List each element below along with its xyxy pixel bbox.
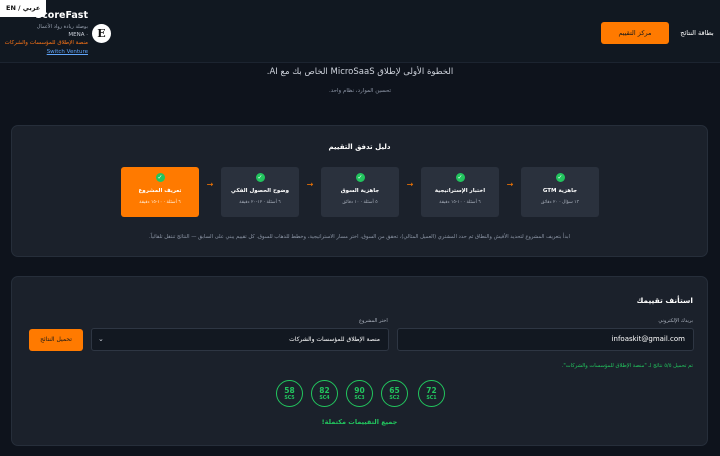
score-label: SC2 xyxy=(389,396,400,401)
hero-title: الخطوة الأولى لإطلاق MicroSaaS الخاص بك … xyxy=(266,67,454,77)
score-value: 82 xyxy=(319,386,330,395)
score-badge-sc4[interactable]: 82 SC4 xyxy=(311,380,338,407)
project-select[interactable]: منصة الإطلاق للمؤسسات والشركات ⌄ xyxy=(91,328,389,351)
step-meta: ٦ أسئلة · ١٠-١٥ دقيقة xyxy=(139,200,181,205)
hero-subtitle: تحسين الموارد، نظام واحد. xyxy=(328,88,392,94)
assessment-center-button[interactable]: مركز التقييم xyxy=(601,22,669,44)
switch-venture-link[interactable]: Switch Venture xyxy=(0,49,88,55)
step-title: جاهزية GTM xyxy=(542,188,578,194)
arrow-right-icon: → xyxy=(506,180,514,189)
score-badge-sc5[interactable]: 58 SC5 xyxy=(276,380,303,407)
score-label: SC5 xyxy=(284,396,295,401)
arrow-right-icon: → xyxy=(306,180,314,189)
flow-step-strategy-test[interactable]: ✓ اختبار الإستراتيجية ٦ أسئلة · ١٠-١٥ دق… xyxy=(421,167,499,217)
score-label: SC1 xyxy=(426,396,437,401)
flow-description: ابدأ بتعريف المشروع لتحديد الأفيش والنطا… xyxy=(149,234,570,240)
score-value: 72 xyxy=(426,386,437,395)
loaded-status-message: تم تحميل ٥/٥ نتائج لـ "منصة الإطلاق للمؤ… xyxy=(561,363,693,369)
score-badge-sc2[interactable]: 65 SC2 xyxy=(381,380,408,407)
step-title: اختبار الإستراتيجية xyxy=(434,188,486,194)
score-label: SC3 xyxy=(354,396,365,401)
venture-name: منصة الإطلاق للمؤسسات والشركات xyxy=(4,40,88,46)
score-badge-sc1[interactable]: 72 SC1 xyxy=(418,380,445,407)
score-value: 65 xyxy=(389,386,400,395)
score-label: SC4 xyxy=(319,396,330,401)
top-header: EN / عربي ScoreFast بوصلة ريادة رواد الأ… xyxy=(0,0,720,63)
step-title: تعريف المشروع xyxy=(138,188,182,194)
flow-step-buyer-clarity[interactable]: ✓ وضوح الحصول الفكي ٦ أسئلة · ١٢-٢٠ دقيق… xyxy=(221,167,299,217)
chevron-down-icon: ⌄ xyxy=(98,335,104,343)
resume-assessment-card: استأنف تقييمك بريدك الإلكتروني اختر المش… xyxy=(11,276,708,446)
score-badge-sc3[interactable]: 90 SC3 xyxy=(346,380,373,407)
resume-title: استأنف تقييمك xyxy=(636,296,693,305)
step-meta: ١٣ سؤال · ٢٠ دقائق xyxy=(541,200,579,205)
check-icon: ✓ xyxy=(455,173,465,182)
arrow-right-icon: → xyxy=(406,180,414,189)
flow-step-gtm-readiness[interactable]: ✓ جاهزية GTM ١٣ سؤال · ٢٠ دقائق xyxy=(521,167,599,217)
check-icon: ✓ xyxy=(555,173,565,182)
logo: E xyxy=(92,24,111,43)
step-meta: ٦ أسئلة · ١٢-٢٠ دقيقة xyxy=(239,200,281,205)
score-value: 90 xyxy=(354,386,365,395)
project-label: اختر المشروع xyxy=(359,318,388,324)
email-label: بريدك الإلكتروني xyxy=(658,318,693,324)
arrow-right-icon: → xyxy=(206,180,214,189)
results-card-button[interactable]: بطاقة النتائج xyxy=(674,22,720,44)
load-results-button[interactable]: تحميل النتائج xyxy=(29,329,83,351)
check-icon: ✓ xyxy=(255,173,265,182)
all-complete-message: جميع التقييمات مكتملة! xyxy=(321,418,398,426)
brand-region: MENA · xyxy=(68,32,88,38)
check-icon: ✓ xyxy=(155,173,165,182)
step-meta: ٦ أسئلة · ١٠-١٥ دقيقة xyxy=(439,200,481,205)
brand-block: ScoreFast بوصلة ريادة رواد الأعمال MENA … xyxy=(0,10,88,55)
flow-step-project-definition[interactable]: ✓ تعريف المشروع ٦ أسئلة · ١٠-١٥ دقيقة xyxy=(121,167,199,217)
project-select-value: منصة الإطلاق للمؤسسات والشركات xyxy=(289,336,380,343)
flow-title: دليل تدفق التقييم xyxy=(328,143,391,151)
score-value: 58 xyxy=(284,386,295,395)
check-icon: ✓ xyxy=(355,173,365,182)
brand-subtitle: بوصلة ريادة رواد الأعمال xyxy=(36,24,88,30)
assessment-flow-card: دليل تدفق التقييم ✓ تعريف المشروع ٦ أسئل… xyxy=(11,125,708,257)
step-meta: ٥ أسئلة · ١٠ دقائق xyxy=(342,200,378,205)
brand-title: ScoreFast xyxy=(35,10,88,21)
email-field[interactable]: infoaskit@gmail.com xyxy=(397,328,694,351)
step-title: وضوح الحصول الفكي xyxy=(230,188,290,194)
step-title: جاهزية السوق xyxy=(340,188,380,194)
flow-step-market-readiness[interactable]: ✓ جاهزية السوق ٥ أسئلة · ١٠ دقائق xyxy=(321,167,399,217)
